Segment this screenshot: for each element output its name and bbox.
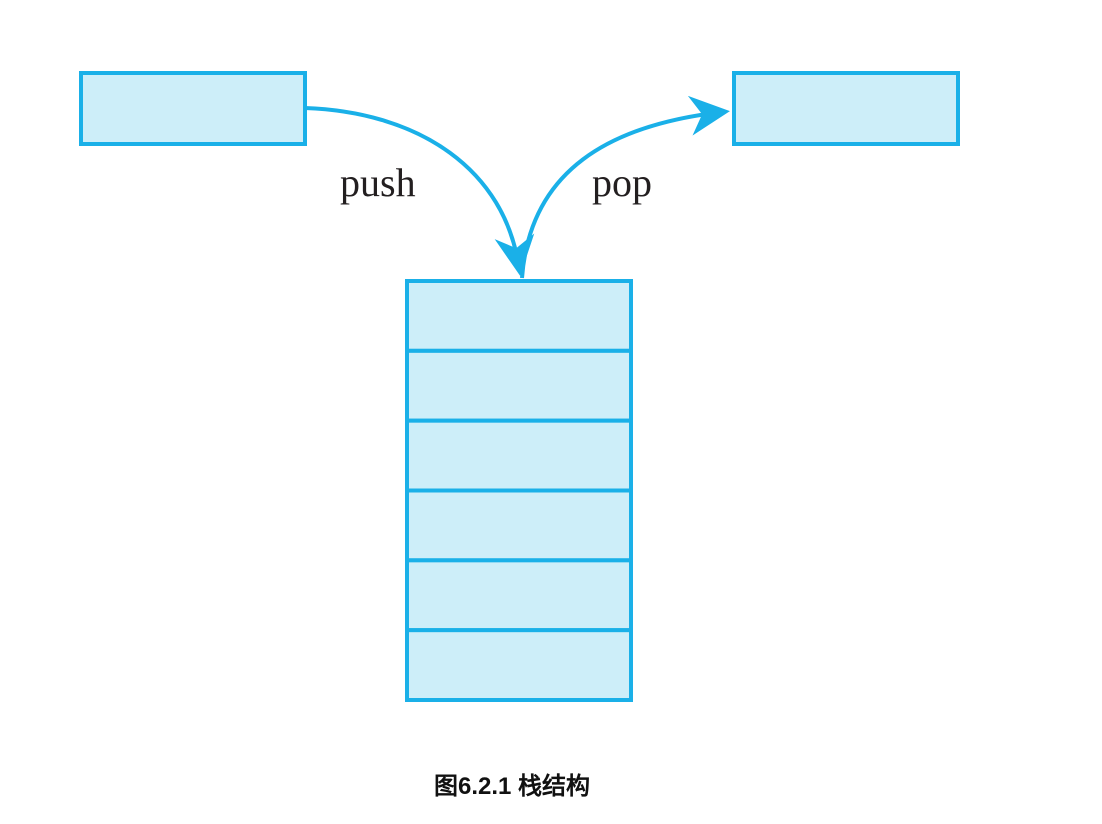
stack-diagram: push pop bbox=[79, 71, 960, 703]
pop-label: pop bbox=[592, 160, 652, 205]
push-label: push bbox=[340, 160, 416, 205]
figure-caption: 图6.2.1 栈结构 bbox=[433, 773, 591, 800]
stack-cell bbox=[405, 488, 633, 563]
stack-cell bbox=[405, 418, 633, 493]
push-source-box bbox=[79, 71, 307, 146]
stack-cell bbox=[405, 279, 633, 353]
stack-cell bbox=[405, 628, 633, 703]
stack-cell bbox=[405, 348, 633, 423]
stack bbox=[405, 279, 633, 703]
pop-target-box bbox=[732, 71, 960, 146]
stack-cell bbox=[405, 558, 633, 633]
